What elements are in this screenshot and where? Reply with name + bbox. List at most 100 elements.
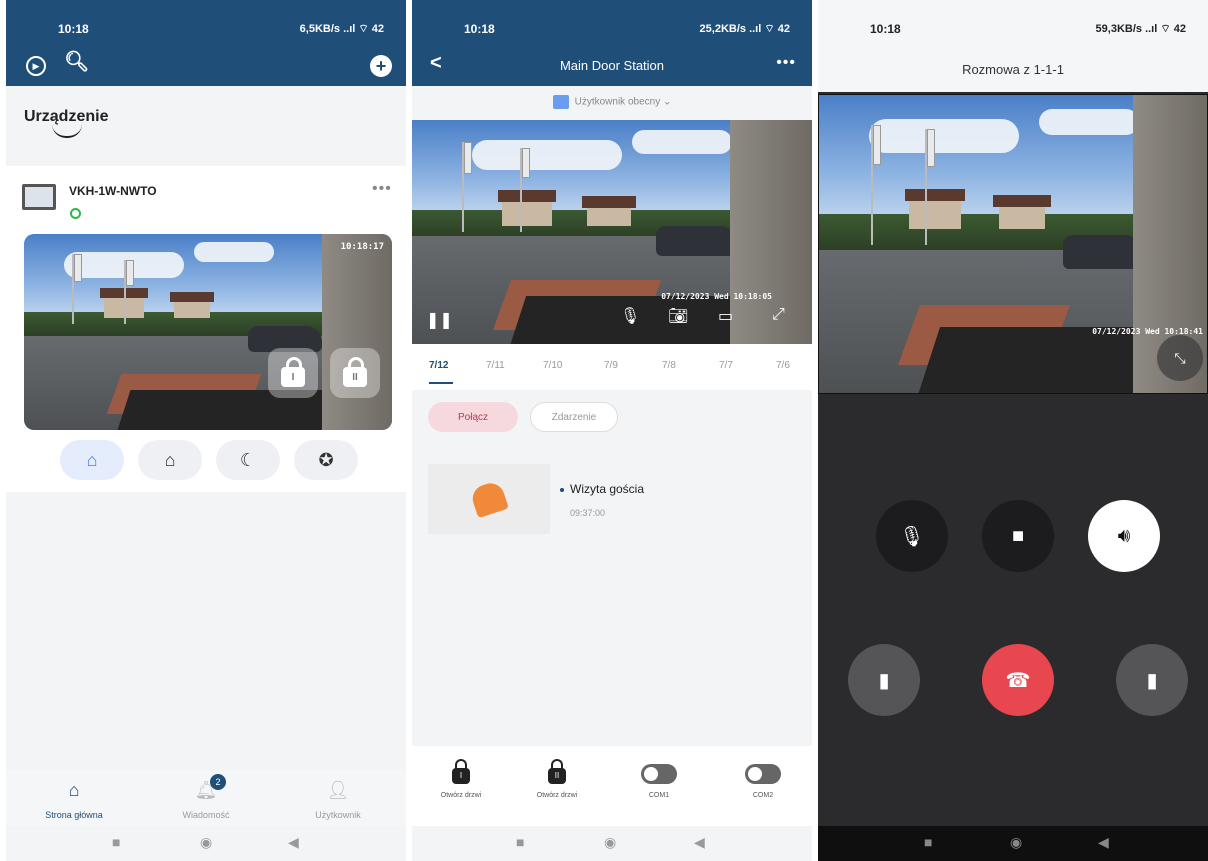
home-nav-icon[interactable]: ◉ — [200, 834, 212, 851]
action-label: COM2 — [752, 792, 774, 799]
home-icon: ⌂ — [68, 780, 80, 800]
tab-user[interactable]: 👤︎ Użytkownik — [278, 770, 398, 823]
search-icon[interactable]: 🔍︎ — [64, 52, 89, 72]
status-bar: 10:18 25,2KB/s ..ıl ⌔ 42 — [412, 0, 812, 42]
unlock-door-2-button[interactable]: II — [330, 348, 380, 398]
status-network: 59,3KB/s ..ıl ⌔ 42 — [1095, 23, 1186, 35]
toggle-switch[interactable] — [745, 764, 781, 784]
active-tab-indicator — [429, 382, 453, 384]
back-nav-icon[interactable]: ◀ — [1098, 834, 1109, 851]
lock-icon: I — [281, 357, 305, 387]
stop-video-button[interactable]: ■ — [982, 500, 1054, 572]
home-screen: 10:18 6,5KB/s ..ıl ⌔ 42 ▶ 🔍︎ + Urządzeni… — [6, 0, 406, 861]
home-mode-button[interactable]: ⌂ — [60, 440, 124, 480]
video-timestamp: 07/12/2023 Wed 10:18:41 — [1092, 327, 1203, 336]
more-icon[interactable]: ••• — [776, 54, 796, 72]
date-tab[interactable]: 7/7 — [719, 360, 733, 371]
com2-toggle[interactable]: COM2 — [718, 756, 808, 799]
video-timestamp: 07/12/2023 Wed 10:18:05 — [661, 292, 772, 301]
call-video[interactable]: 07/12/2023 Wed 10:18:41 ⤡ — [818, 94, 1208, 394]
camera-icon[interactable]: 📷︎ — [668, 306, 688, 326]
event-time: 09:37:00 — [570, 508, 606, 518]
date-tab[interactable]: 7/10 — [543, 360, 562, 371]
mute-button[interactable]: 🎙︎ — [876, 500, 948, 572]
record-video-icon[interactable]: ▭ — [718, 306, 733, 326]
open-door-1-button[interactable]: I Otwórz drzwi — [416, 756, 506, 799]
recents-icon[interactable]: ■ — [112, 834, 120, 850]
action-label: COM1 — [648, 792, 670, 799]
filter-calls[interactable]: Połącz — [428, 402, 518, 432]
recents-icon[interactable]: ■ — [924, 834, 932, 850]
tab-messages[interactable]: 🔔︎ 2 Wiadomość — [146, 770, 266, 823]
date-tab[interactable]: 7/12 — [429, 360, 448, 371]
stop-icon: ■ — [1011, 524, 1025, 547]
away-mode-button[interactable]: ⌂ — [138, 440, 202, 480]
bell-icon: 🔔︎ — [194, 780, 218, 800]
filter-events[interactable]: Zdarzenie — [530, 402, 618, 432]
pause-icon[interactable]: ❚❚ — [426, 310, 453, 330]
event-item[interactable]: Wizyta gościa — [560, 482, 644, 496]
lock-icon: II — [548, 759, 566, 784]
hang-up-button[interactable]: ☎ — [982, 644, 1054, 716]
com1-toggle[interactable]: COM1 — [614, 756, 704, 799]
home-user-icon — [552, 95, 569, 109]
fullscreen-exit-button[interactable]: ⤡ — [1157, 335, 1203, 381]
bell-icon — [469, 479, 509, 519]
fullscreen-icon[interactable]: ⤢ — [772, 306, 785, 324]
action-label: Otwórz drzwi — [536, 792, 578, 799]
lock-icon: I — [452, 759, 470, 784]
user-selector[interactable]: Użytkownik obecny ⌄ — [412, 95, 812, 109]
call-screen: 10:18 59,3KB/s ..ıl ⌔ 42 Rozmowa z 1-1-1… — [818, 0, 1208, 861]
microphone-icon[interactable]: 🎙︎ — [620, 306, 640, 326]
house-walk-icon: ⌂ — [164, 449, 176, 470]
speaker-button[interactable]: 🔊︎ — [1088, 500, 1160, 572]
lock-icon: II — [343, 357, 367, 387]
system-nav-bar: ■ ◉ ◀ — [818, 826, 1208, 861]
top-bar: 10:18 25,2KB/s ..ıl ⌔ 42 < Main Door Sta… — [412, 0, 812, 86]
home-user-icon: ⌂ — [86, 449, 98, 470]
date-tab[interactable]: 7/11 — [486, 360, 505, 371]
tab-label: Wiadomość — [182, 810, 230, 820]
door-station-screen: 10:18 25,2KB/s ..ıl ⌔ 42 < Main Door Sta… — [412, 0, 812, 861]
event-thumbnail[interactable] — [428, 464, 550, 534]
tab-label: Użytkownik — [315, 810, 361, 820]
toggle-switch[interactable] — [641, 764, 677, 784]
open-door-1-button[interactable]: ▮ — [848, 644, 920, 716]
open-door-2-button[interactable]: II Otwórz drzwi — [512, 756, 602, 799]
open-door-2-button[interactable]: ▮ — [1116, 644, 1188, 716]
recents-icon[interactable]: ■ — [516, 834, 524, 850]
add-device-icon[interactable]: + — [370, 55, 392, 77]
status-time: 10:18 — [58, 22, 89, 36]
online-status-icon — [70, 208, 81, 219]
live-preview[interactable]: 10:18:17 I II — [24, 234, 392, 430]
status-bar: 10:18 59,3KB/s ..ıl ⌔ 42 — [818, 0, 1208, 42]
event-title: Wizyta gościa — [570, 482, 645, 496]
user-selector-label: Użytkownik obecny — [574, 96, 661, 108]
user-icon: 👤︎ — [326, 780, 350, 800]
status-time: 10:18 — [870, 22, 901, 36]
back-nav-icon[interactable]: ◀ — [288, 834, 299, 851]
system-nav-bar: ■ ◉ ◀ — [6, 826, 406, 861]
system-nav-bar: ■ ◉ ◀ — [412, 826, 812, 861]
home-nav-icon[interactable]: ◉ — [1010, 834, 1022, 851]
tab-home[interactable]: ⌂ Strona główna — [14, 770, 134, 823]
top-bar: 10:18 59,3KB/s ..ıl ⌔ 42 Rozmowa z 1-1-1 — [818, 0, 1208, 92]
unread-badge: 2 — [210, 774, 226, 790]
live-video[interactable]: 07/12/2023 Wed 10:18:05 ❚❚ 🎙︎ 📷︎ ▭ ⤢ — [412, 120, 812, 344]
home-nav-icon[interactable]: ◉ — [604, 834, 616, 851]
custom-mode-button[interactable]: ✪ — [294, 440, 358, 480]
play-icon[interactable]: ▶ — [26, 56, 46, 76]
date-tab[interactable]: 7/6 — [776, 360, 790, 371]
star-icon: ✪ — [318, 449, 334, 470]
back-nav-icon[interactable]: ◀ — [694, 834, 705, 851]
page-title: Main Door Station — [559, 58, 665, 73]
night-mode-button[interactable]: ☾ — [216, 440, 280, 480]
status-time: 10:18 — [464, 22, 495, 36]
device-name: VKH-1W-NWTO — [69, 184, 157, 198]
action-label: Otwórz drzwi — [440, 792, 482, 799]
video-timestamp: 10:18:17 — [340, 242, 384, 252]
date-tab[interactable]: 7/8 — [662, 360, 676, 371]
date-tab[interactable]: 7/9 — [604, 360, 618, 371]
more-icon[interactable]: ••• — [372, 180, 392, 198]
unlock-door-1-button[interactable]: I — [268, 348, 318, 398]
